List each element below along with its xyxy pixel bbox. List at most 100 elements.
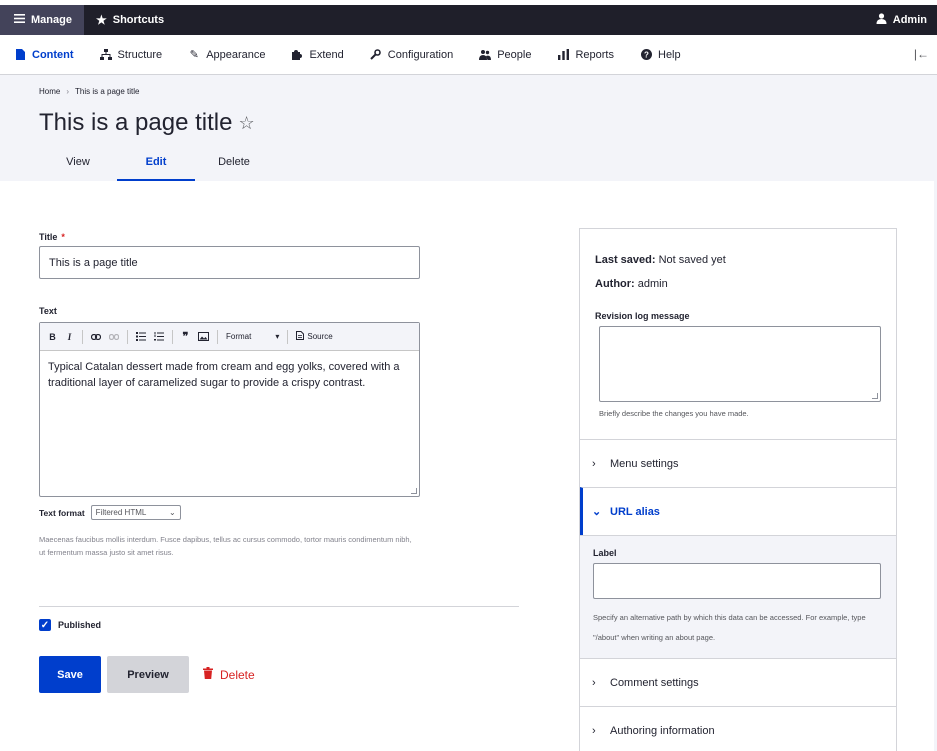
star-outline-icon[interactable]: ☆: [238, 113, 254, 134]
checkmark-icon[interactable]: ✓: [39, 619, 51, 631]
collapse-tray-icon[interactable]: |←: [914, 47, 929, 61]
image-icon[interactable]: [198, 330, 209, 344]
url-alias-toggle[interactable]: ⌄ URL alias: [580, 487, 896, 535]
breadcrumb-home[interactable]: Home: [39, 87, 60, 96]
bar-chart-icon: [557, 49, 569, 61]
bold-button[interactable]: B: [48, 330, 57, 344]
chevron-down-icon: ⌄: [592, 506, 602, 518]
blockquote-icon[interactable]: ❞: [181, 330, 190, 344]
wrench-icon: [370, 49, 382, 61]
user-menu-button[interactable]: Admin: [876, 13, 937, 27]
tray-item-reports[interactable]: Reports: [557, 49, 614, 61]
dropdown-arrow-icon: ▾: [275, 332, 280, 341]
tray-item-label: Configuration: [387, 48, 454, 61]
toolbar-separator: [217, 329, 218, 344]
shortcuts-button[interactable]: ★ Shortcuts: [84, 5, 176, 35]
link-icon[interactable]: [91, 330, 101, 344]
text-format-label: Text format: [39, 507, 85, 518]
hamburger-icon: [14, 14, 25, 26]
title-input-value: This is a page title: [49, 256, 138, 269]
authoring-info-toggle[interactable]: › Authoring information: [580, 706, 896, 751]
save-button[interactable]: Save: [39, 656, 101, 693]
preview-button[interactable]: Preview: [107, 656, 189, 693]
text-label: Text: [39, 306, 57, 316]
tab-edit[interactable]: Edit: [117, 155, 195, 181]
star-icon: ★: [95, 13, 107, 27]
source-button[interactable]: Source: [296, 330, 333, 344]
tray-item-label: People: [497, 48, 532, 61]
tab-view[interactable]: View: [39, 155, 117, 181]
help-icon: ?: [640, 49, 652, 61]
last-saved-label: Last saved:: [595, 254, 656, 266]
tray-item-help[interactable]: ? Help: [640, 49, 681, 61]
italic-button[interactable]: I: [65, 330, 74, 344]
published-checkbox[interactable]: ✓ Published: [39, 619, 101, 631]
tray-item-content[interactable]: Content: [14, 49, 74, 61]
menu-settings-label: Menu settings: [610, 457, 679, 470]
resize-handle[interactable]: [411, 488, 417, 494]
comment-settings-toggle[interactable]: › Comment settings: [580, 658, 896, 706]
svg-text:?: ?: [644, 50, 649, 59]
user-icon: [876, 13, 887, 27]
chevron-right-icon: ›: [592, 457, 596, 470]
breadcrumb-current[interactable]: This is a page title: [75, 87, 139, 96]
tray-item-label: Reports: [575, 48, 614, 61]
meta-sidebar: Last saved: Not saved yet Author: admin …: [579, 228, 897, 751]
chevron-right-icon: ›: [592, 724, 596, 737]
toolbar-separator: [172, 329, 173, 344]
toolbar-separator: [127, 329, 128, 344]
author-value: admin: [637, 278, 668, 290]
authoring-info-label: Authoring information: [610, 724, 715, 737]
chevron-right-icon: ›: [592, 676, 596, 689]
title-input[interactable]: This is a page title: [39, 246, 420, 279]
url-alias-label: URL alias: [610, 505, 660, 518]
source-icon: [296, 331, 305, 342]
source-button-label: Source: [307, 332, 333, 341]
numbered-list-icon[interactable]: [154, 330, 164, 344]
manage-button[interactable]: Manage: [0, 5, 84, 35]
title-label-text: Title: [39, 232, 58, 242]
file-icon: [14, 49, 26, 61]
divider: [39, 606, 519, 607]
editor-content[interactable]: Typical Catalan dessert made from cream …: [40, 351, 419, 399]
text-format-help: Maecenas faucibus mollis interdum. Fusce…: [39, 535, 412, 557]
last-saved: Last saved: Not saved yet: [595, 254, 726, 266]
unlink-icon[interactable]: [109, 330, 119, 344]
tray-item-appearance[interactable]: ✎ Appearance: [188, 48, 266, 62]
rich-text-editor: B I ❞ Format ▾ Source Typical Catalan de…: [39, 322, 420, 497]
toolbar-separator: [82, 329, 83, 344]
breadcrumb-separator: ›: [66, 87, 70, 96]
title-label: Title *: [39, 232, 65, 242]
tray-item-extend[interactable]: Extend: [291, 48, 344, 61]
text-format-select[interactable]: Filtered HTML ⌄: [90, 505, 181, 520]
admin-menu-tray: Content Structure ✎ Appearance Extend Co…: [0, 35, 937, 75]
format-dropdown[interactable]: Format ▾: [226, 330, 279, 344]
menu-settings-toggle[interactable]: › Menu settings: [580, 439, 896, 487]
url-alias-help: Specify an alternative path by which thi…: [593, 613, 866, 642]
tray-item-label: Extend: [309, 48, 344, 61]
bulleted-list-icon[interactable]: [136, 330, 146, 344]
url-alias-field-label: Label: [593, 548, 617, 558]
tray-item-label: Structure: [117, 48, 163, 61]
tray-item-structure[interactable]: Structure: [99, 48, 163, 61]
shortcuts-label: Shortcuts: [112, 14, 165, 26]
author: Author: admin: [595, 278, 668, 290]
text-format-row: Text format Filtered HTML ⌄: [39, 505, 181, 520]
tray-item-people[interactable]: People: [479, 49, 531, 61]
tray-item-label: Appearance: [206, 48, 266, 61]
people-icon: [479, 49, 492, 61]
tab-delete[interactable]: Delete: [195, 155, 273, 181]
tray-item-configuration[interactable]: Configuration: [370, 49, 453, 61]
resize-handle[interactable]: [872, 393, 878, 399]
user-name: Admin: [892, 14, 927, 26]
url-alias-input[interactable]: [593, 563, 881, 599]
revision-log-help: Briefly describe the changes you have ma…: [599, 409, 749, 418]
author-label: Author:: [595, 278, 635, 290]
admin-toolbar: Manage ★ Shortcuts Admin: [0, 5, 937, 35]
revision-log-textarea[interactable]: [599, 326, 881, 402]
sitemap-icon: [99, 49, 112, 61]
breadcrumb: Home › This is a page title: [39, 87, 140, 96]
text-format-value: Filtered HTML: [95, 508, 147, 517]
local-tasks-tabs: View Edit Delete: [39, 155, 273, 181]
delete-button[interactable]: Delete: [203, 656, 273, 693]
